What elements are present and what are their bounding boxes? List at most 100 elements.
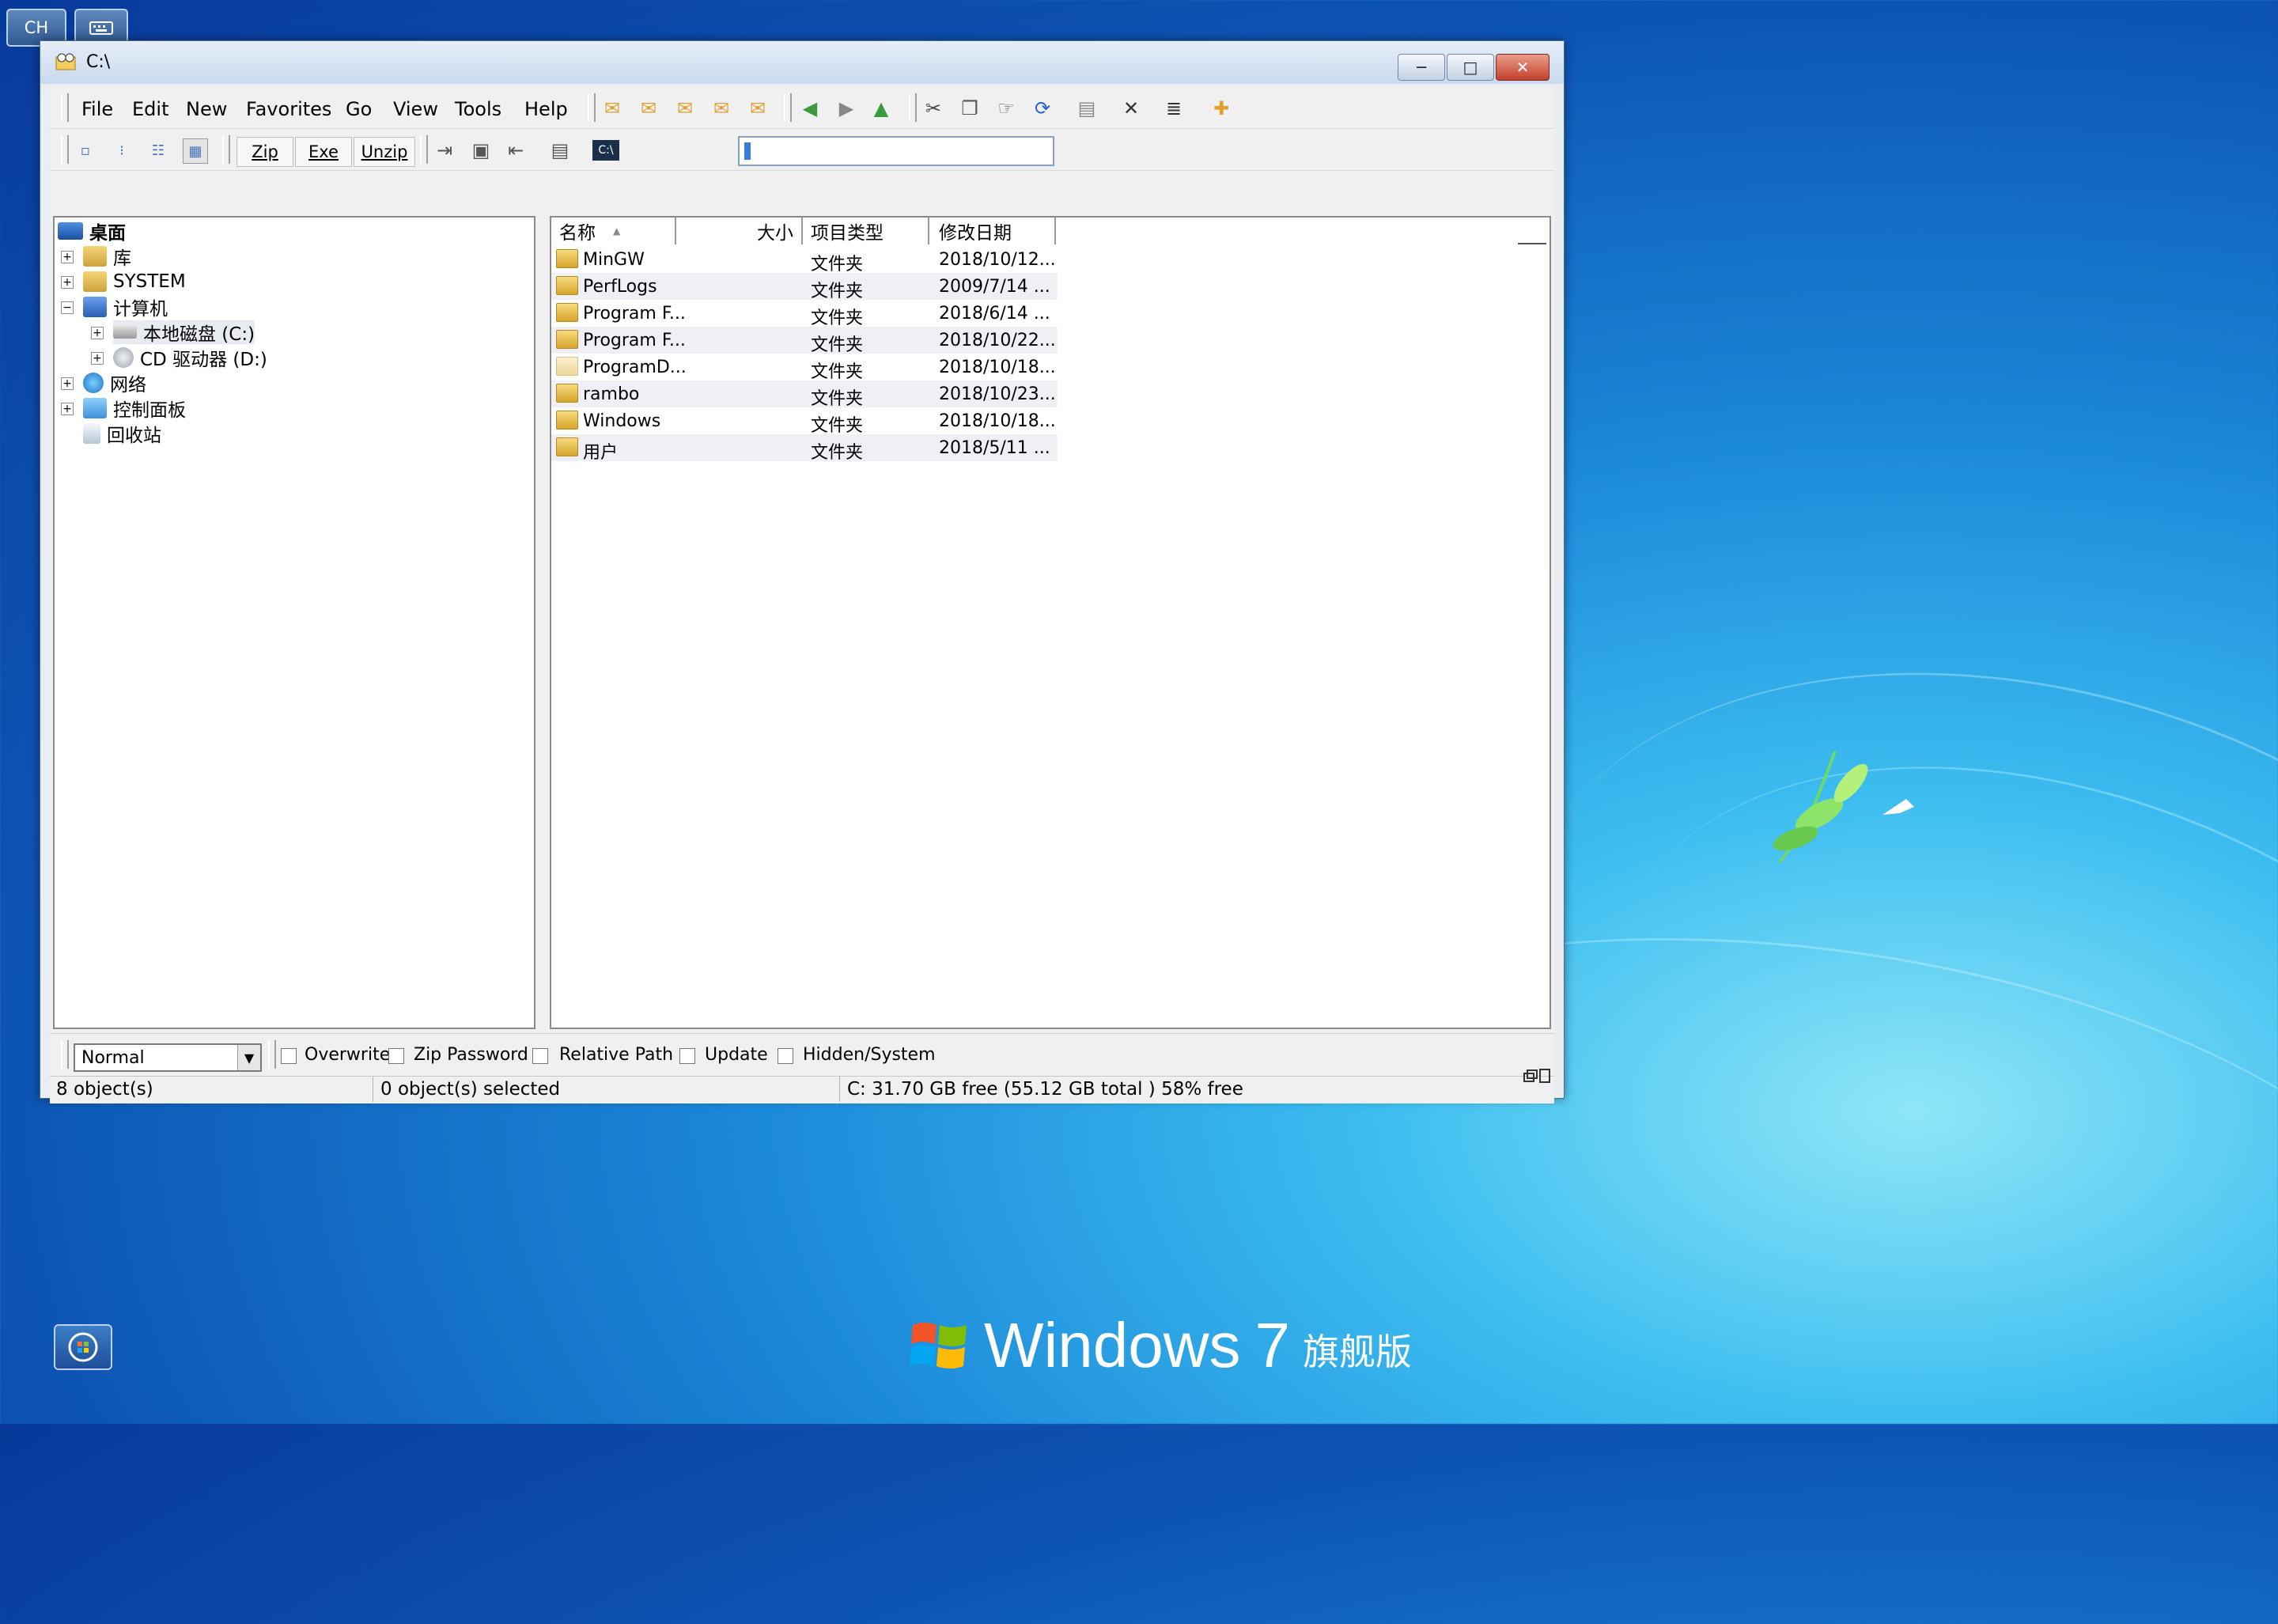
zip-password-label[interactable]: Zip Password [414, 1045, 528, 1065]
list-row[interactable]: Program F... 文件夹 2018/6/14 ... [551, 300, 1058, 328]
menu-new[interactable]: New [186, 98, 227, 120]
list-row[interactable]: rambo 文件夹 2018/10/23... [551, 380, 1058, 409]
column-header-size[interactable]: 大小 [676, 218, 803, 244]
add-to-archive-icon[interactable]: ⇤ [504, 138, 528, 162]
cut-icon[interactable]: ✂ [921, 97, 945, 120]
toolbar-grip[interactable] [909, 93, 917, 122]
tree-root-desktop[interactable]: 桌面 [58, 219, 126, 244]
start-button[interactable] [54, 1324, 112, 1370]
file-list[interactable]: 名称 ▲ 大小 项目类型 修改日期 MinGW 文件夹 2018/10/12..… [550, 216, 1551, 1029]
favorite-folder-2-icon[interactable]: ✉ [637, 97, 660, 120]
refresh-icon[interactable]: ⟳ [1031, 97, 1054, 120]
maximize-button[interactable]: □ [1447, 54, 1494, 81]
menu-edit[interactable]: Edit [132, 98, 168, 120]
properties-icon[interactable]: ≣ [1162, 97, 1186, 120]
pane-splitter[interactable] [535, 216, 550, 1029]
expand-toggle[interactable]: + [61, 403, 74, 415]
toolbar-grip[interactable] [784, 93, 792, 122]
exe-button[interactable]: Exe [295, 137, 352, 167]
expand-toggle[interactable]: + [91, 327, 104, 339]
list-view-icon[interactable]: ☷ [146, 138, 170, 162]
restore-panes-icon[interactable] [1523, 1068, 1551, 1085]
favorite-folder-1-icon[interactable]: ✉ [600, 97, 624, 120]
toolbar-grip[interactable] [420, 135, 428, 164]
menu-view[interactable]: View [393, 98, 438, 120]
list-row[interactable]: 用户 文件夹 2018/5/11 ... [551, 434, 1058, 463]
toolbar-grip[interactable] [222, 135, 230, 164]
tree-item-recycle-bin[interactable]: 回收站 [83, 422, 161, 446]
large-icons-view-icon[interactable]: ▫ [74, 138, 97, 162]
toolbar-grip[interactable] [61, 93, 69, 122]
list-row[interactable]: Windows 文件夹 2018/10/18... [551, 407, 1058, 436]
relative-path-checkbox[interactable] [532, 1048, 548, 1064]
menu-help[interactable]: Help [524, 98, 568, 120]
minimize-button[interactable]: ─ [1398, 54, 1445, 81]
update-label[interactable]: Update [705, 1045, 768, 1065]
column-header-date[interactable]: 修改日期 [929, 218, 1056, 244]
tree-item-label: 控制面板 [113, 400, 186, 421]
expand-toggle[interactable]: + [61, 377, 74, 390]
expand-toggle[interactable]: + [61, 251, 74, 263]
menu-tools[interactable]: Tools [455, 98, 501, 120]
delete-icon[interactable]: ✕ [1119, 97, 1143, 120]
tree-item-cd-drive[interactable]: CD 驱动器 (D:) [113, 346, 267, 370]
menu-file[interactable]: File [81, 98, 113, 120]
list-row[interactable]: ProgramD... 文件夹 2018/10/18... [551, 354, 1058, 382]
up-icon[interactable]: ▲ [869, 97, 893, 120]
overwrite-checkbox[interactable] [281, 1048, 297, 1064]
toolbar-grip[interactable] [61, 135, 69, 164]
menu-favorites[interactable]: Favorites [246, 98, 331, 120]
tree-item-computer[interactable]: 计算机 [83, 295, 168, 320]
hidden-system-checkbox[interactable] [778, 1048, 793, 1064]
tree-item-drive-c[interactable]: 本地磁盘 (C:) [113, 320, 255, 345]
toolbar-grip[interactable] [588, 93, 596, 122]
list-row[interactable]: Program F... 文件夹 2018/10/22... [551, 327, 1058, 355]
compression-select[interactable]: Normal ▼ [74, 1043, 262, 1072]
expand-toggle[interactable]: + [61, 276, 74, 289]
list-row[interactable]: MinGW 文件夹 2018/10/12... [551, 246, 1058, 274]
back-icon[interactable]: ◀ [798, 97, 822, 120]
paste-icon[interactable]: ▤ [1075, 97, 1099, 120]
zip-password-checkbox[interactable] [388, 1048, 404, 1064]
hidden-system-label[interactable]: Hidden/System [803, 1045, 936, 1065]
menu-go[interactable]: Go [346, 98, 372, 120]
favorite-folder-5-icon[interactable]: ✉ [746, 97, 770, 120]
overwrite-label[interactable]: Overwrite [305, 1045, 390, 1065]
list-row[interactable]: PerfLogs 文件夹 2009/7/14 ... [551, 273, 1058, 301]
expand-toggle[interactable]: + [91, 352, 104, 365]
language-label: CH [24, 18, 49, 37]
move-icon[interactable]: ☞ [994, 97, 1018, 120]
small-icons-view-icon[interactable]: ⁝ [110, 138, 134, 162]
chevron-down-icon[interactable]: ▼ [237, 1045, 260, 1070]
tree-item-system[interactable]: SYSTEM [83, 270, 186, 293]
notepad-icon[interactable]: ▤ [548, 138, 572, 162]
row-type: 文件夹 [811, 362, 864, 382]
copy-icon[interactable]: ❐ [958, 97, 982, 120]
extract-icon[interactable]: ⇥ [433, 138, 456, 162]
toolbar-grip[interactable] [61, 1040, 69, 1069]
test-archive-icon[interactable]: ▣ [469, 138, 493, 162]
command-prompt-icon[interactable]: C:\ [592, 140, 619, 161]
details-view-icon[interactable]: ▦ [183, 138, 208, 164]
tree-item-network[interactable]: 网络 [83, 371, 146, 396]
update-checkbox[interactable] [679, 1048, 695, 1064]
new-folder-icon[interactable]: ✚ [1209, 97, 1233, 120]
column-header-type[interactable]: 项目类型 [803, 218, 929, 244]
tree-item-library[interactable]: 库 [83, 244, 131, 269]
unzip-button[interactable]: Unzip [354, 137, 415, 167]
folder-icon [556, 303, 578, 322]
favorite-folder-4-icon[interactable]: ✉ [710, 97, 733, 120]
zip-button[interactable]: Zip [237, 137, 293, 167]
row-type: 文件夹 [811, 335, 864, 355]
relative-path-label[interactable]: Relative Path [559, 1045, 673, 1065]
title-bar[interactable]: C:\ ─ □ ✕ [40, 41, 1564, 84]
forward-icon[interactable]: ▶ [834, 97, 858, 120]
collapse-toggle[interactable]: − [61, 301, 74, 314]
address-input[interactable] [738, 136, 1054, 166]
toolbar-grip[interactable] [268, 1040, 276, 1069]
folder-tree[interactable]: 桌面 + 库 + SYSTEM − 计算机 + 本地磁盘 (C:) + CD 驱… [53, 216, 535, 1029]
favorite-folder-3-icon[interactable]: ✉ [673, 97, 697, 120]
close-button[interactable]: ✕ [1496, 54, 1550, 81]
tree-item-control-panel[interactable]: 控制面板 [83, 396, 186, 421]
column-header-name[interactable]: 名称 ▲ [551, 218, 676, 244]
